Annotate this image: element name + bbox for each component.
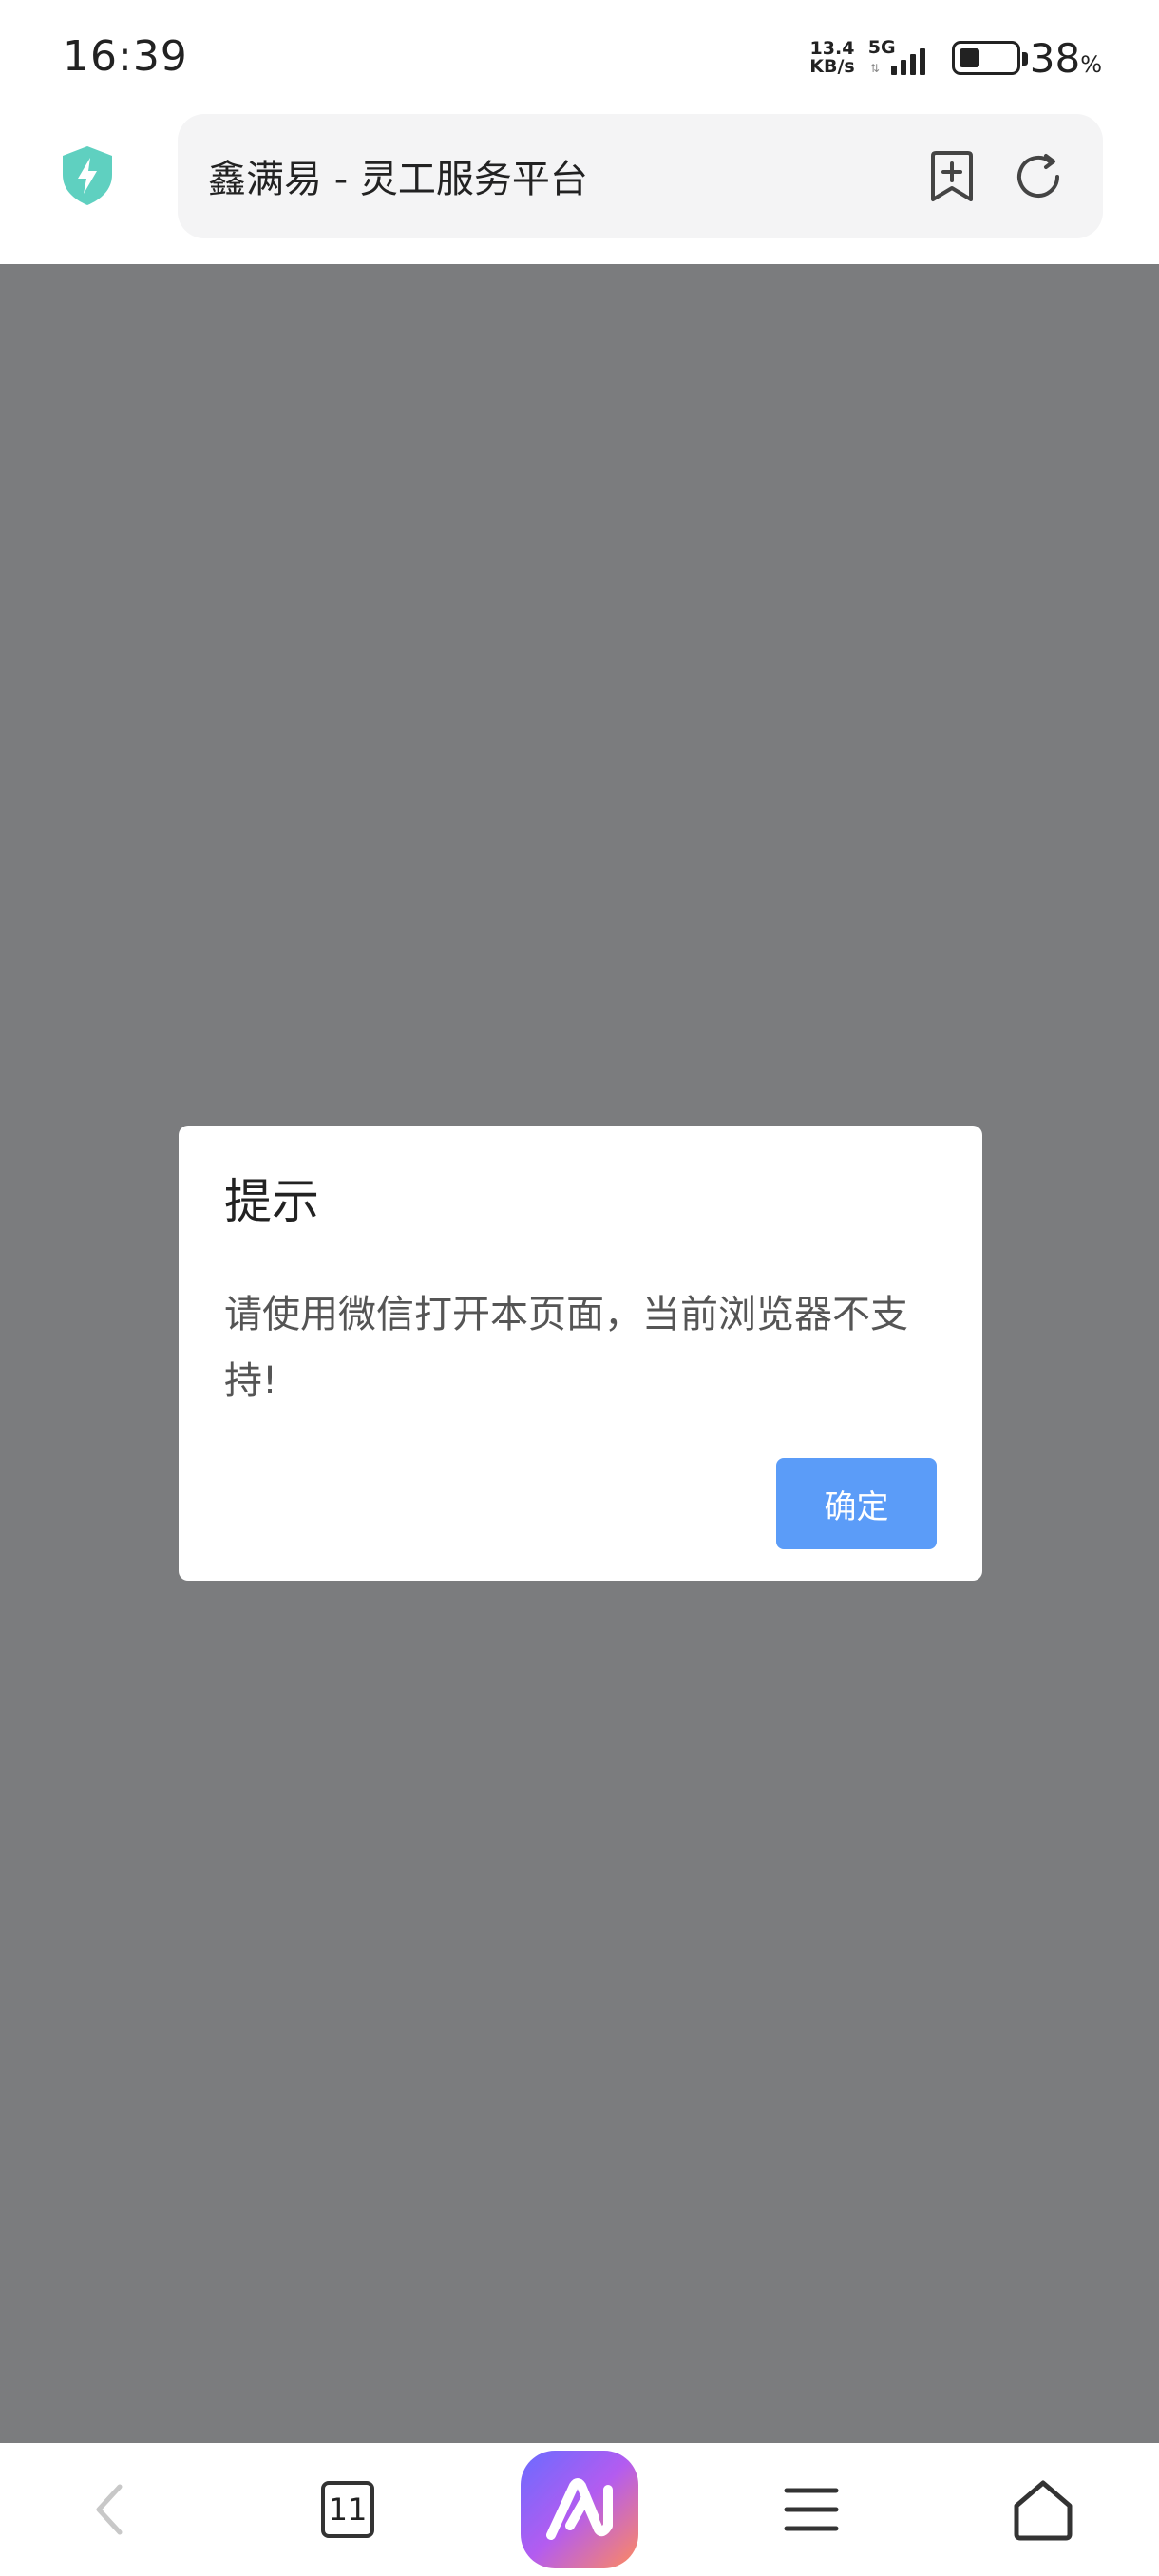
network-speed-unit: KB/s <box>809 56 855 77</box>
tabs-icon[interactable]: 11 <box>314 2475 382 2544</box>
battery-fill <box>959 48 979 67</box>
back-icon[interactable] <box>76 2473 148 2546</box>
address-bar[interactable]: 鑫满易 - 灵工服务平台 <box>178 114 1103 238</box>
data-arrows-icon: ⇅ <box>869 62 880 75</box>
browser-toolbar: 鑫满易 - 灵工服务平台 <box>0 114 1159 264</box>
ai-assistant-icon[interactable] <box>521 2451 638 2568</box>
status-indicators: 13.4 KB/s 5G ⇅ 38% <box>809 34 1102 82</box>
home-icon[interactable] <box>1007 2473 1079 2546</box>
page-title[interactable]: 鑫满易 - 灵工服务平台 <box>208 148 588 203</box>
confirm-button[interactable]: 确定 <box>776 1458 937 1549</box>
status-time: 16:39 <box>63 32 188 81</box>
network-speed: 13.4 KB/s <box>809 40 854 76</box>
bookmark-add-icon[interactable] <box>926 150 978 203</box>
tab-count: 11 <box>321 2481 374 2538</box>
bottom-nav: 11 <box>0 2443 1159 2576</box>
battery-icon <box>951 41 1028 75</box>
signal-icon: 5G ⇅ <box>868 37 935 79</box>
dialog-message: 请使用微信打开本页面，当前浏览器不支持! <box>224 1293 908 1403</box>
signal-bars <box>890 48 925 75</box>
menu-icon[interactable] <box>775 2473 847 2546</box>
alert-dialog: 提示 请使用微信打开本页面，当前浏览器不支持! 确定 <box>179 1126 982 1581</box>
shield-bolt-icon[interactable] <box>59 144 116 207</box>
battery-percent: 38% <box>1029 34 1102 82</box>
dialog-title: 提示 <box>224 1174 319 1229</box>
status-bar: 16:39 13.4 KB/s 5G ⇅ 38% <box>0 0 1159 114</box>
reload-icon[interactable] <box>1012 150 1065 203</box>
